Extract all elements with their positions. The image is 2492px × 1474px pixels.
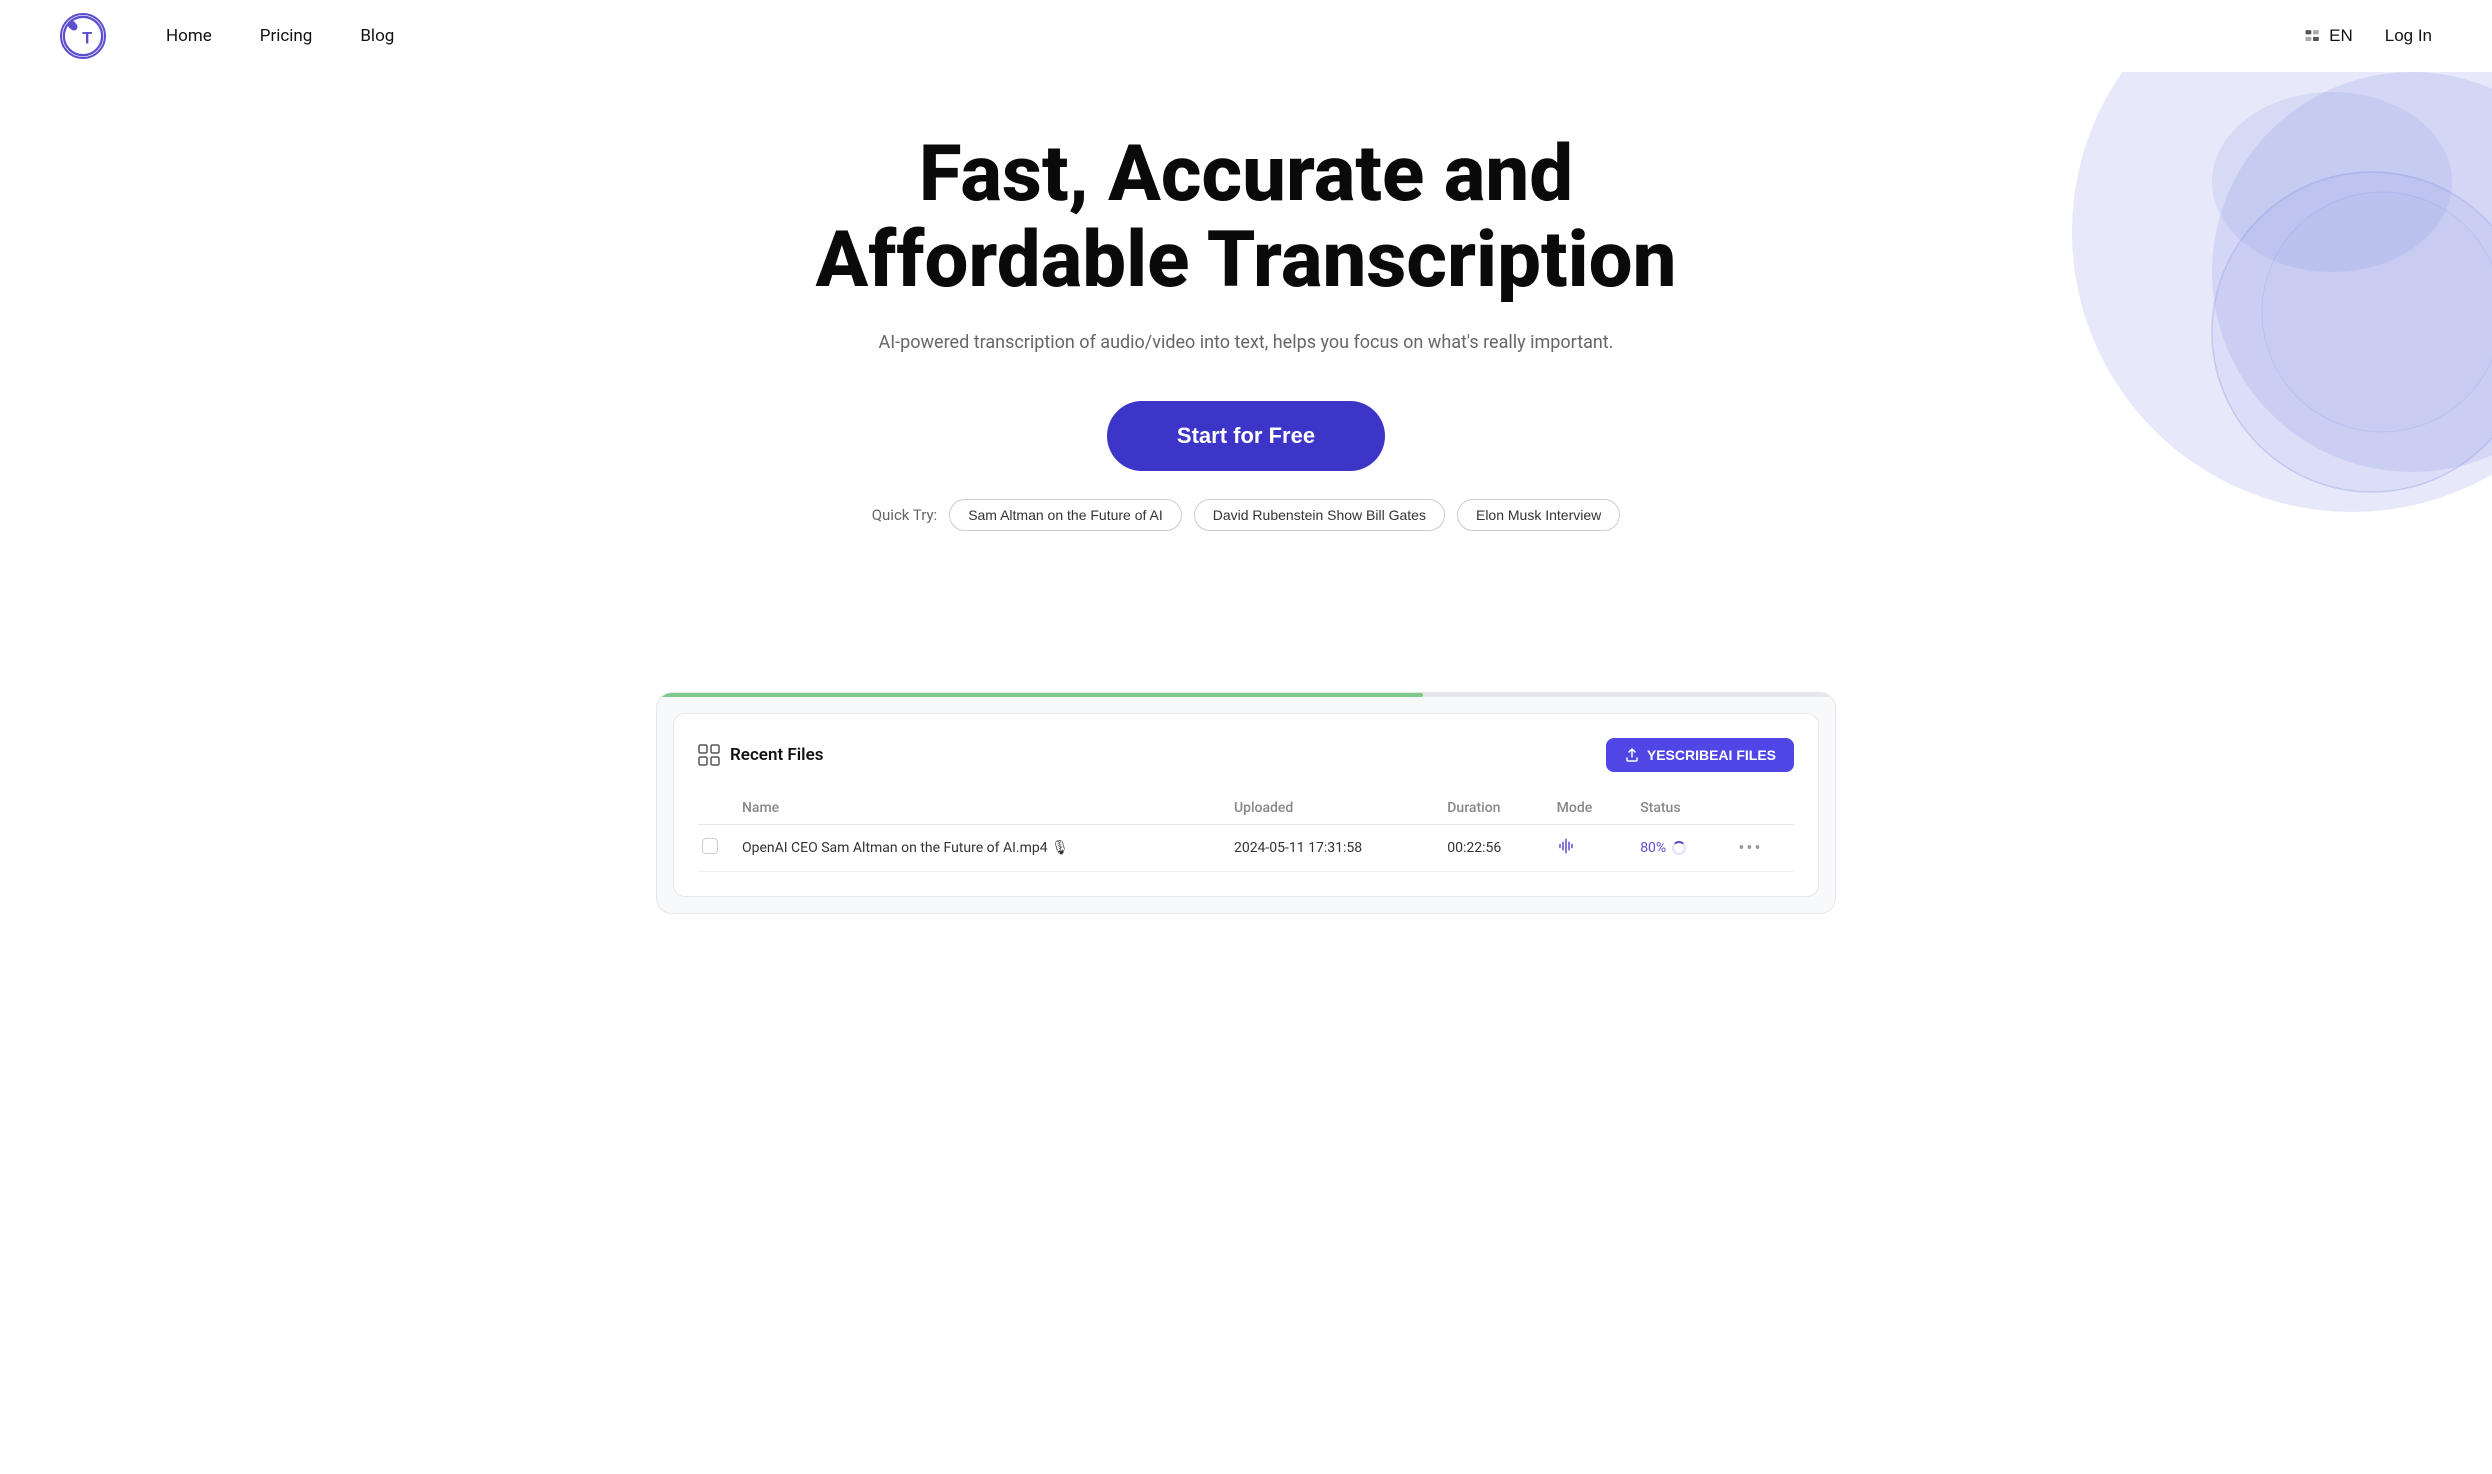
quick-try-label: Quick Try: bbox=[872, 506, 937, 524]
dashboard-preview: Recent Files YESCRIBEAI FILES Name Uploa… bbox=[656, 692, 1836, 914]
file-duration: 00:22:56 bbox=[1435, 825, 1544, 872]
quick-try-chip-2[interactable]: Elon Musk Interview bbox=[1457, 499, 1620, 531]
language-button[interactable]: EN bbox=[2303, 26, 2353, 46]
upload-icon bbox=[1624, 747, 1640, 763]
file-uploaded: 2024-05-11 17:31:58 bbox=[1222, 825, 1435, 872]
upload-files-button[interactable]: YESCRIBEAI FILES bbox=[1606, 738, 1794, 772]
globe-icon bbox=[2303, 26, 2323, 46]
login-button[interactable]: Log In bbox=[2385, 26, 2432, 46]
nav-pricing[interactable]: Pricing bbox=[260, 26, 313, 46]
quick-try-chip-0[interactable]: Sam Altman on the Future of AI bbox=[949, 499, 1182, 531]
nav-blog[interactable]: Blog bbox=[360, 26, 394, 46]
progress-bar-fill bbox=[657, 693, 1423, 697]
nav-home[interactable]: Home bbox=[166, 26, 212, 46]
status-loading: 80% bbox=[1640, 840, 1686, 856]
dashboard-inner: Recent Files YESCRIBEAI FILES Name Uploa… bbox=[673, 713, 1819, 897]
file-mode bbox=[1545, 825, 1629, 872]
hero-section: Fast, Accurate and Affordable Transcript… bbox=[0, 72, 2492, 652]
svg-text:T: T bbox=[82, 29, 92, 47]
lang-label: EN bbox=[2329, 26, 2353, 46]
quick-try-section: Quick Try: Sam Altman on the Future of A… bbox=[20, 499, 2472, 531]
files-table: Name Uploaded Duration Mode Status OpenA… bbox=[698, 792, 1794, 872]
hero-subtitle: AI-powered transcription of audio/video … bbox=[20, 332, 2472, 353]
row-checkbox[interactable] bbox=[702, 838, 718, 854]
logo-icon: T bbox=[60, 13, 106, 59]
col-name: Name bbox=[730, 792, 1222, 825]
table-row: OpenAI CEO Sam Altman on the Future of A… bbox=[698, 825, 1794, 872]
progress-bar-container bbox=[657, 693, 1835, 697]
loading-spinner bbox=[1672, 841, 1686, 855]
file-status: 80% bbox=[1628, 825, 1726, 872]
file-menu[interactable]: ••• bbox=[1726, 825, 1794, 872]
grid-icon bbox=[698, 744, 720, 766]
recent-files-title: Recent Files bbox=[698, 744, 823, 766]
col-actions bbox=[1726, 792, 1794, 825]
more-options-icon[interactable]: ••• bbox=[1738, 838, 1762, 859]
hero-headline: Fast, Accurate and Affordable Transcript… bbox=[766, 132, 1726, 304]
navbar: T Home Pricing Blog EN Log In bbox=[0, 0, 2492, 72]
col-status: Status bbox=[1628, 792, 1726, 825]
logo[interactable]: T bbox=[60, 13, 106, 59]
file-name: OpenAI CEO Sam Altman on the Future of A… bbox=[730, 825, 1222, 872]
start-free-button[interactable]: Start for Free bbox=[1107, 401, 1385, 471]
nav-right: EN Log In bbox=[2303, 26, 2432, 46]
col-duration: Duration bbox=[1435, 792, 1544, 825]
col-checkbox bbox=[698, 792, 730, 825]
quick-try-chip-1[interactable]: David Rubenstein Show Bill Gates bbox=[1194, 499, 1445, 531]
nav-links: Home Pricing Blog bbox=[166, 26, 394, 46]
recent-files-header: Recent Files YESCRIBEAI FILES bbox=[698, 738, 1794, 772]
audio-wave-icon bbox=[1557, 837, 1575, 855]
col-uploaded: Uploaded bbox=[1222, 792, 1435, 825]
col-mode: Mode bbox=[1545, 792, 1629, 825]
